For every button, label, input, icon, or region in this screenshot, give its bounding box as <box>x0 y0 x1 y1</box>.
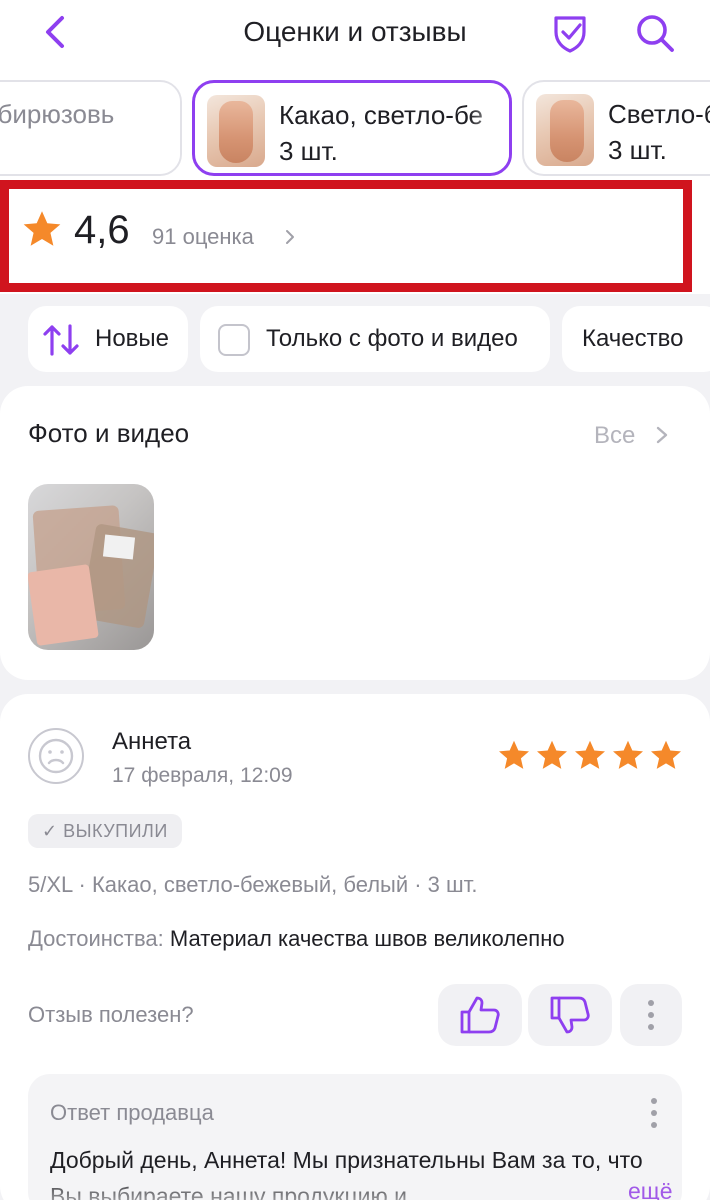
photo-video-filter-chip[interactable]: Только с фото и видео <box>200 306 550 372</box>
review-author: Аннета <box>112 728 192 755</box>
star-icon <box>537 740 567 769</box>
avatar <box>28 728 84 784</box>
star-icon <box>575 740 605 769</box>
thumbs-up-icon <box>460 996 500 1034</box>
seller-reply-more-button[interactable] <box>648 1096 660 1135</box>
star-icon <box>613 740 643 769</box>
chevron-right-icon[interactable] <box>656 426 668 444</box>
shield-check-icon <box>554 16 586 53</box>
variant-name: Светло-б <box>608 99 710 129</box>
more-vertical-icon <box>651 1098 657 1128</box>
sad-face-icon <box>38 738 74 774</box>
media-all-link[interactable]: Все <box>594 422 635 450</box>
page-title: Оценки и отзывы <box>243 16 467 47</box>
filter-bar: Новые Только с фото и видео Качество <box>0 306 710 372</box>
variant-qty: 3 шт. <box>608 135 667 165</box>
dislike-button[interactable] <box>528 984 612 1046</box>
more-vertical-icon <box>648 1000 654 1030</box>
purchased-badge: ✓ ВЫКУПИЛИ <box>28 814 182 848</box>
review-date: 17 февраля, 12:09 <box>112 764 293 787</box>
variant-card[interactable]: Светло-б 3 шт. <box>522 80 710 176</box>
pros-label: Достоинства: <box>28 926 164 951</box>
search-icon <box>637 15 674 52</box>
more-options-button[interactable] <box>620 984 682 1046</box>
variant-name: Какао, светло-бе <box>279 100 484 130</box>
helpful-label: Отзыв полезен? <box>28 1002 194 1027</box>
star-icon <box>651 740 681 769</box>
review-stars <box>496 738 684 774</box>
media-title: Фото и видео <box>28 418 190 448</box>
quality-filter-label: Качество <box>582 325 684 352</box>
search-button[interactable] <box>634 12 676 54</box>
verified-reviews-button[interactable] <box>550 12 590 54</box>
like-button[interactable] <box>438 984 522 1046</box>
pros-value: Материал качества швов великолепно <box>169 926 565 951</box>
review-pros: Достоинства: Материал качества швов вели… <box>28 926 565 952</box>
variant-name: ий, бирюзовь <box>0 99 115 129</box>
seller-reply: Ответ продавца Добрый день, Аннета! Мы п… <box>28 1074 682 1200</box>
expand-link[interactable]: ещё <box>588 1178 673 1200</box>
sort-label: Новые <box>95 325 170 352</box>
sort-arrows-icon <box>43 324 79 356</box>
thumbs-down-icon <box>550 996 590 1034</box>
variant-card[interactable]: ий, бирюзовь т. <box>0 80 182 176</box>
review-variant: 5/XL · Какао, светло-бежевый, белый · 3 … <box>28 872 478 897</box>
variant-thumbnail <box>207 95 265 167</box>
variant-card-selected[interactable]: Какао, светло-бе 3 шт. <box>192 80 512 176</box>
review-photo-thumbnail[interactable] <box>28 484 154 650</box>
review-card: Аннета 17 февраля, 12:09 ✓ ВЫКУПИЛИ 5/XL… <box>0 694 710 1200</box>
variant-qty: 3 шт. <box>279 136 338 166</box>
variant-carousel: ий, бирюзовь т. Какао, светло-бе 3 шт. С… <box>0 70 710 180</box>
checkbox[interactable] <box>218 324 250 356</box>
seller-reply-title: Ответ продавца <box>50 1100 214 1125</box>
photo-filter-label: Только с фото и видео <box>266 325 518 352</box>
top-bar: Оценки и отзывы <box>0 0 710 70</box>
variant-thumbnail <box>536 94 594 166</box>
variant-qty: т. <box>0 132 114 168</box>
media-section: Фото и видео Все <box>0 386 710 680</box>
star-icon <box>499 740 529 769</box>
quality-filter-chip[interactable]: Качество <box>562 306 710 372</box>
highlight-frame <box>0 180 692 292</box>
sort-chip[interactable]: Новые <box>28 306 188 372</box>
